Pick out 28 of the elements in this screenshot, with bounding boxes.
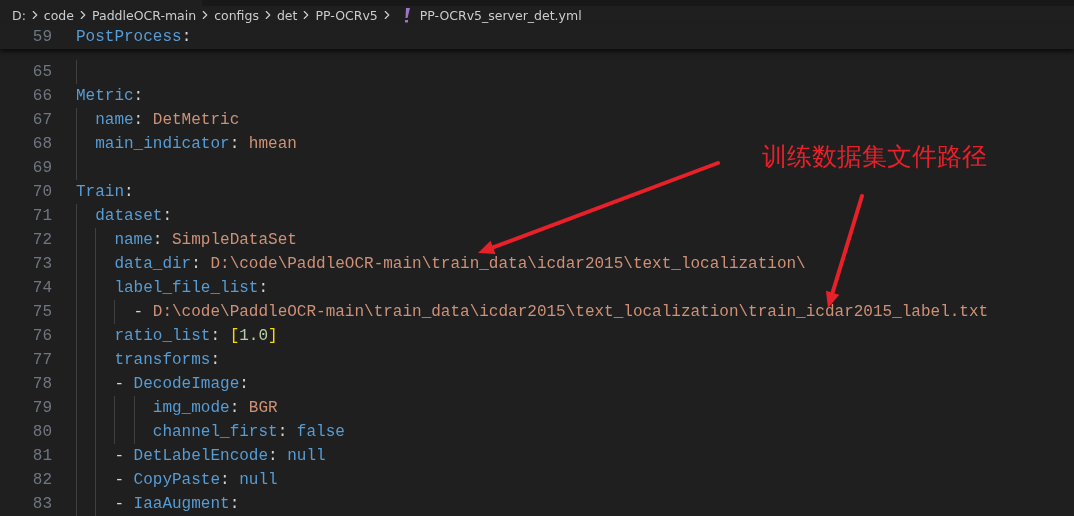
line-number: 77 bbox=[31, 351, 52, 369]
line-number: 83 bbox=[31, 495, 52, 513]
line-number: 75 bbox=[31, 303, 52, 321]
line-number: 70 bbox=[31, 183, 52, 201]
folder-crumb[interactable]: det bbox=[276, 7, 298, 23]
folder-crumb[interactable]: code bbox=[43, 7, 74, 23]
folder-crumb[interactable]: configs bbox=[214, 7, 259, 23]
folder-crumb[interactable]: D: bbox=[12, 7, 26, 23]
line-number: 65 bbox=[31, 63, 52, 81]
line-number: 69 bbox=[31, 159, 52, 177]
line-number: 78 bbox=[31, 375, 52, 393]
line-number: 80 bbox=[31, 423, 52, 441]
line-number: 72 bbox=[31, 231, 52, 249]
line-number: 81 bbox=[31, 447, 52, 465]
line-number: 59 bbox=[31, 28, 52, 46]
line-number: 71 bbox=[31, 207, 52, 225]
annotation-label: 训练数据集文件路径 bbox=[762, 141, 987, 173]
folder-crumb[interactable]: PaddleOCR-main bbox=[92, 7, 197, 23]
line-number: 73 bbox=[31, 255, 52, 273]
line-number: 67 bbox=[31, 111, 52, 129]
line-number: 74 bbox=[31, 279, 52, 297]
line-number: 66 bbox=[31, 87, 52, 105]
line-number: 79 bbox=[31, 399, 52, 417]
line-number: 68 bbox=[31, 135, 52, 153]
line-number: 76 bbox=[31, 327, 52, 345]
file-name[interactable]: PP-OCRv5_server_det.yml bbox=[419, 7, 582, 23]
folder-crumb[interactable]: PP-OCRv5 bbox=[315, 7, 378, 23]
line-number: 82 bbox=[31, 471, 52, 489]
